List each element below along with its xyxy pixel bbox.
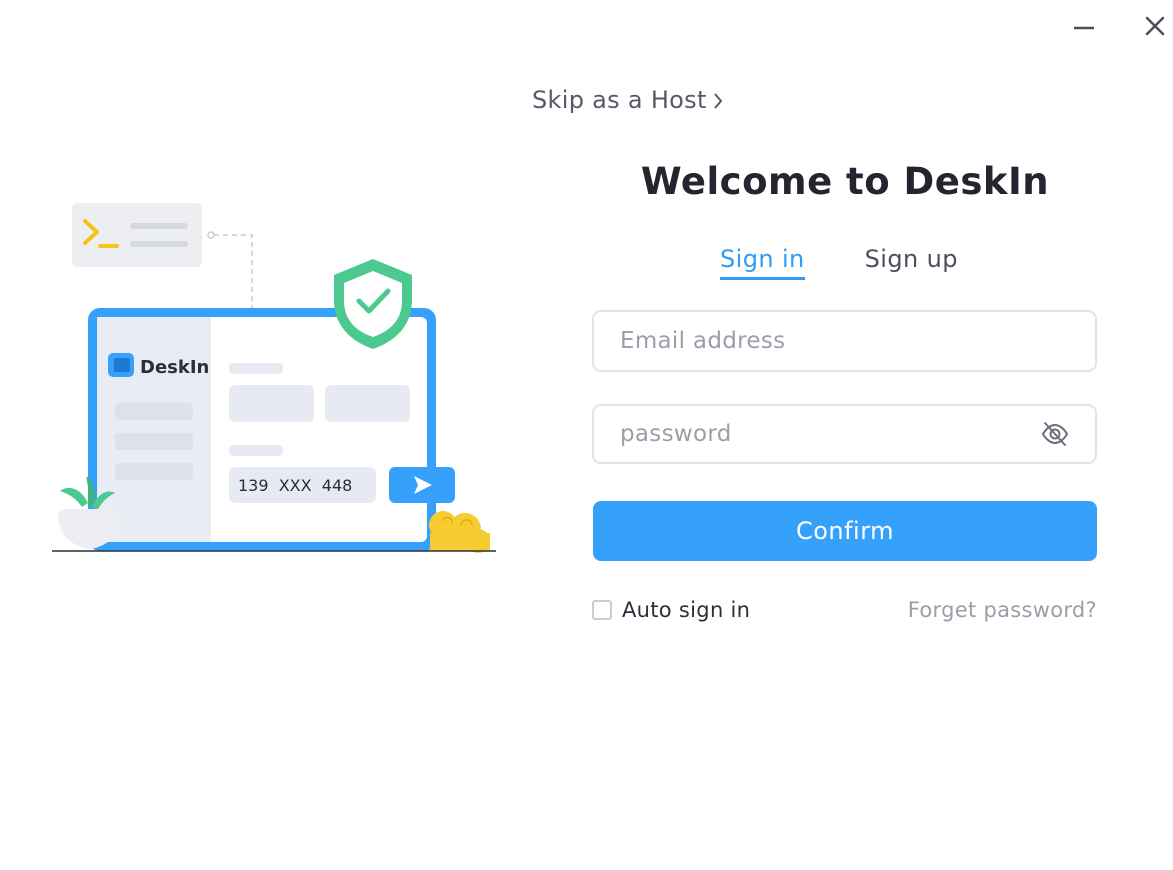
auto-sign-in-checkbox[interactable] bbox=[592, 600, 612, 620]
device-code: 139 XXX 448 bbox=[238, 476, 352, 495]
password-field[interactable] bbox=[592, 404, 1097, 464]
email-field[interactable] bbox=[592, 310, 1097, 372]
illustration-brand: DeskIn bbox=[140, 357, 209, 378]
welcome-title: Welcome to DeskIn bbox=[640, 160, 1050, 203]
tab-sign-up[interactable]: Sign up bbox=[865, 245, 958, 280]
skip-as-host-label: Skip as a Host bbox=[532, 86, 707, 114]
minus-icon bbox=[1074, 26, 1094, 30]
auto-sign-in-option[interactable]: Auto sign in bbox=[592, 598, 750, 622]
terminal-card bbox=[72, 203, 202, 267]
hero-illustration: DeskIn 139 XXX 448 bbox=[50, 195, 500, 555]
eye-off-icon bbox=[1041, 422, 1069, 446]
laptop-screen: DeskIn 139 XXX 448 bbox=[88, 308, 455, 551]
skip-as-host-link[interactable]: Skip as a Host bbox=[532, 86, 723, 114]
auth-tabs: Sign in Sign up bbox=[720, 245, 958, 280]
forget-password-link[interactable]: Forget password? bbox=[908, 598, 1097, 622]
minimize-button[interactable] bbox=[1068, 10, 1100, 42]
tab-sign-in[interactable]: Sign in bbox=[720, 245, 805, 280]
confirm-button[interactable]: Confirm bbox=[593, 501, 1097, 561]
email-input[interactable] bbox=[618, 327, 1071, 355]
password-input[interactable] bbox=[618, 420, 1039, 448]
close-button[interactable] bbox=[1139, 10, 1171, 42]
password-visibility-toggle[interactable] bbox=[1039, 418, 1071, 450]
close-icon bbox=[1145, 16, 1165, 36]
auto-sign-in-label: Auto sign in bbox=[622, 598, 751, 622]
play-icon bbox=[389, 467, 455, 503]
chevron-right-icon bbox=[713, 93, 723, 109]
bush-icon bbox=[429, 511, 490, 553]
deskin-logo-icon bbox=[108, 353, 134, 377]
